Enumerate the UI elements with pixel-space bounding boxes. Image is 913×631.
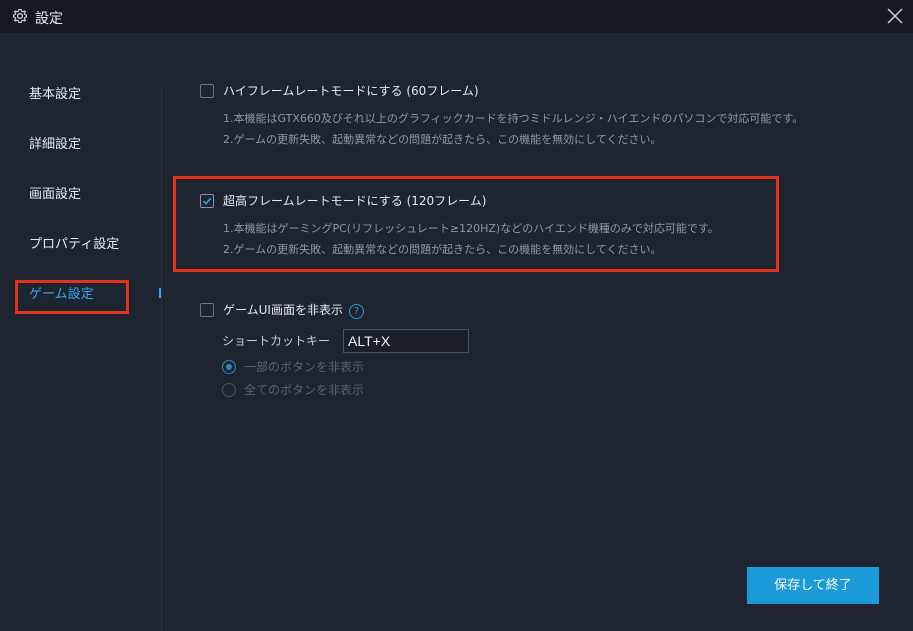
high-frame-checkbox[interactable] xyxy=(200,84,214,98)
ultra-frame-desc-2: 2.ゲームの更新失敗、起動異常などの問題が起きたら、この機能を無効にしてください… xyxy=(223,243,662,256)
shortcut-key-label: ショートカットキー xyxy=(222,334,331,348)
shortcut-key-field[interactable]: ALT+X xyxy=(343,329,469,353)
hide-all-buttons-label: 全てのボタンを非表示 xyxy=(244,383,365,397)
hide-some-buttons-radio[interactable] xyxy=(222,360,236,374)
title-bar: 設定 xyxy=(0,0,913,33)
window-title: 設定 xyxy=(35,11,63,27)
hide-some-buttons-label: 一部のボタンを非表示 xyxy=(244,360,365,374)
sidebar-item-display[interactable]: 画面設定 xyxy=(29,186,81,204)
sidebar-item-advanced[interactable]: 詳細設定 xyxy=(29,136,81,154)
sidebar-item-properties[interactable]: プロパティ設定 xyxy=(29,236,119,254)
sidebar-item-basic[interactable]: 基本設定 xyxy=(29,86,81,104)
close-icon[interactable] xyxy=(883,4,907,28)
hide-ui-checkbox[interactable] xyxy=(200,303,214,317)
ultra-frame-label: 超高フレームレートモードにする (120フレーム) xyxy=(223,194,487,208)
high-frame-desc-1: 1.本機能はGTX660及びそれ以上のグラフィックカードを持つミドルレンジ・ハイ… xyxy=(223,112,804,125)
save-and-exit-button[interactable]: 保存して終了 xyxy=(747,567,879,604)
high-frame-desc-2: 2.ゲームの更新失敗、起動異常などの問題が起きたら、この機能を無効にしてください… xyxy=(223,133,662,146)
ultra-frame-checkbox[interactable] xyxy=(200,194,214,208)
hide-ui-label: ゲームUI画面を非表示 xyxy=(223,303,343,317)
gear-icon xyxy=(12,8,28,24)
check-icon xyxy=(202,197,212,205)
sidebar-item-game[interactable]: ゲーム設定 xyxy=(29,286,94,304)
ultra-frame-desc-1: 1.本機能はゲーミングPC(リフレッシュレート≥120HZ)などのハイエンド機種… xyxy=(223,222,719,235)
high-frame-label: ハイフレームレートモードにする (60フレーム) xyxy=(223,84,479,98)
hide-all-buttons-radio[interactable] xyxy=(222,383,236,397)
sidebar-divider xyxy=(161,86,162,631)
help-icon[interactable]: ? xyxy=(349,304,364,319)
